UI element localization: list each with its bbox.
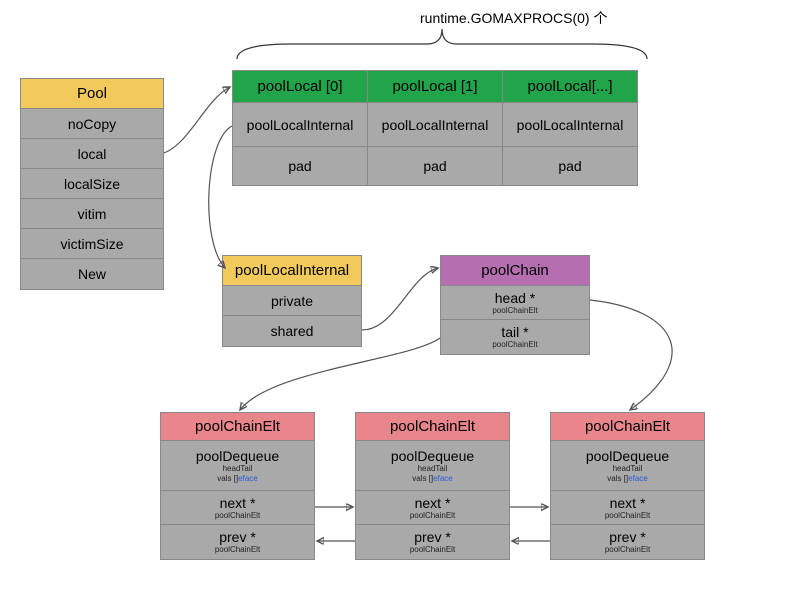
pce2-dq-sub1: headTail xyxy=(613,464,643,474)
pool-field-victimSize: victimSize xyxy=(21,229,163,259)
pool-chain-elt-1: poolChainElt poolDequeue headTail vals [… xyxy=(355,412,510,560)
pce0-next-sub: poolChainElt xyxy=(215,511,260,521)
pool-chain-tail-sub: poolChainElt xyxy=(492,340,537,350)
pce2-prev: prev * poolChainElt xyxy=(551,525,704,559)
pli-shared: shared xyxy=(223,316,361,346)
pool-local-1-pad: pad xyxy=(368,147,502,185)
pool-local-dots-pad: pad xyxy=(503,147,637,185)
pool-local-0-internal: poolLocalInternal xyxy=(233,103,367,147)
pool-field-noCopy: noCopy xyxy=(21,109,163,139)
pool-chain-struct: poolChain head * poolChainElt tail * poo… xyxy=(440,255,590,355)
pce2-dequeue: poolDequeue headTail vals []eface xyxy=(551,441,704,491)
pce1-dq-sub1: headTail xyxy=(418,464,448,474)
pce1-dq-sub2: vals []eface xyxy=(412,474,452,484)
pce0-prev-sub: poolChainElt xyxy=(215,545,260,555)
pool-chain-tail: tail * poolChainElt xyxy=(441,320,589,354)
pool-chain-header: poolChain xyxy=(441,256,589,286)
pool-chain-elt-0: poolChainElt poolDequeue headTail vals [… xyxy=(160,412,315,560)
pce0-dq-sub2: vals []eface xyxy=(217,474,257,484)
pool-local-0-pad: pad xyxy=(233,147,367,185)
pool-local-array: poolLocal [0] poolLocalInternal pad pool… xyxy=(232,70,640,186)
pool-local-internal-struct: poolLocalInternal private shared xyxy=(222,255,362,347)
pool-header: Pool xyxy=(21,79,163,109)
pce0-dq-sub1: headTail xyxy=(223,464,253,474)
pce1-prev: prev * poolChainElt xyxy=(356,525,509,559)
pce0-dequeue-label: poolDequeue xyxy=(196,448,279,464)
pool-local-0-head: poolLocal [0] xyxy=(233,71,367,103)
pool-chain-elt-2: poolChainElt poolDequeue headTail vals [… xyxy=(550,412,705,560)
pool-chain-head-sub: poolChainElt xyxy=(492,306,537,316)
pce0-next: next * poolChainElt xyxy=(161,491,314,525)
pce1-header: poolChainElt xyxy=(356,413,509,441)
pool-chain-head-label: head * xyxy=(495,290,535,306)
pce1-dequeue-label: poolDequeue xyxy=(391,448,474,464)
pool-local-1-head: poolLocal [1] xyxy=(368,71,502,103)
pce2-next: next * poolChainElt xyxy=(551,491,704,525)
pce1-prev-label: prev * xyxy=(414,529,451,545)
pool-field-vitim: vitim xyxy=(21,199,163,229)
pce2-dequeue-label: poolDequeue xyxy=(586,448,669,464)
pool-field-localSize: localSize xyxy=(21,169,163,199)
pool-local-dots-internal: poolLocalInternal xyxy=(503,103,637,147)
brace-icon xyxy=(232,24,652,64)
pce2-prev-label: prev * xyxy=(609,529,646,545)
pool-local-dots-head: poolLocal[...] xyxy=(503,71,637,103)
pce0-prev: prev * poolChainElt xyxy=(161,525,314,559)
pce2-next-label: next * xyxy=(610,495,646,511)
pool-chain-tail-label: tail * xyxy=(501,324,528,340)
pce2-dq-sub2: vals []eface xyxy=(607,474,647,484)
pce1-prev-sub: poolChainElt xyxy=(410,545,455,555)
pool-chain-head: head * poolChainElt xyxy=(441,286,589,320)
pool-field-local: local xyxy=(21,139,163,169)
pool-field-New: New xyxy=(21,259,163,289)
pool-struct: Pool noCopy local localSize vitim victim… xyxy=(20,78,164,290)
pce2-next-sub: poolChainElt xyxy=(605,511,650,521)
pce0-dequeue: poolDequeue headTail vals []eface xyxy=(161,441,314,491)
pce0-prev-label: prev * xyxy=(219,529,256,545)
pce0-header: poolChainElt xyxy=(161,413,314,441)
pool-local-1-internal: poolLocalInternal xyxy=(368,103,502,147)
pce2-header: poolChainElt xyxy=(551,413,704,441)
pli-header: poolLocalInternal xyxy=(223,256,361,286)
pce1-next-sub: poolChainElt xyxy=(410,511,455,521)
pce2-prev-sub: poolChainElt xyxy=(605,545,650,555)
pce1-next-label: next * xyxy=(415,495,451,511)
pli-private: private xyxy=(223,286,361,316)
pce0-next-label: next * xyxy=(220,495,256,511)
pool-chain-elt-row: poolChainElt poolDequeue headTail vals [… xyxy=(160,412,705,560)
pce1-dequeue: poolDequeue headTail vals []eface xyxy=(356,441,509,491)
pce1-next: next * poolChainElt xyxy=(356,491,509,525)
